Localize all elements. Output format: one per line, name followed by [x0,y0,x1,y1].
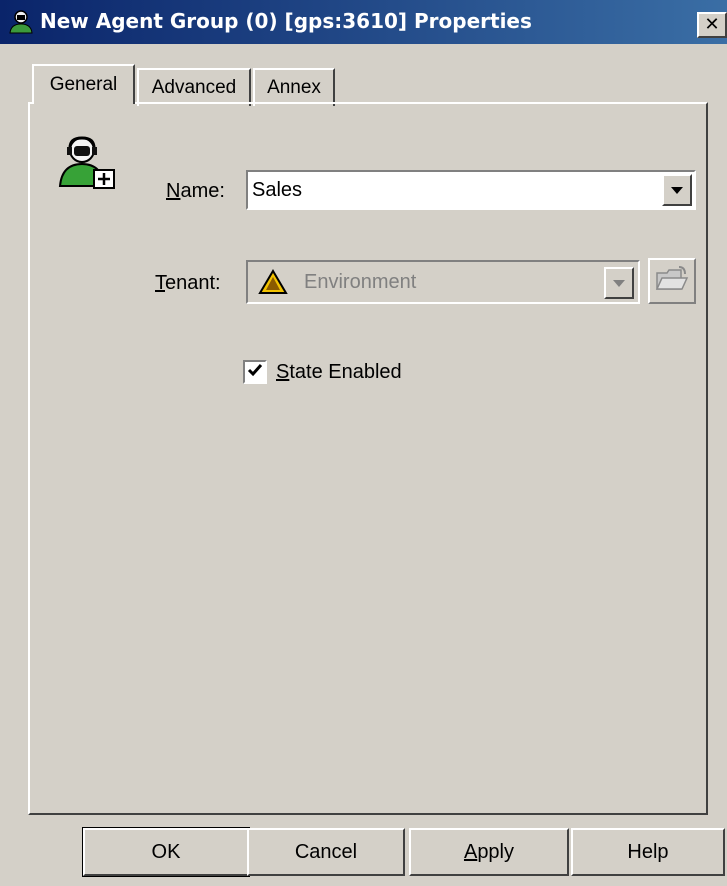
state-enabled-label[interactable]: State Enabled [276,361,402,384]
tenant-label-mnemonic: T [155,272,165,294]
name-combobox[interactable] [246,170,696,210]
state-enabled-mnemonic: S [276,361,290,383]
name-input[interactable] [252,176,652,204]
window-title: New Agent Group (0) [gps:3610] Propertie… [40,9,532,33]
chevron-down-icon [671,186,683,194]
apply-button[interactable]: Apply [409,828,569,876]
close-button[interactable]: ✕ [697,12,727,38]
warning-icon [258,269,288,295]
state-enabled-rest: tate Enabled [289,361,402,383]
tenant-dropdown-button[interactable] [604,267,634,299]
ok-button[interactable]: OK [82,827,250,877]
folder-open-icon [655,265,689,298]
agent-add-icon [58,136,118,190]
apply-rest: pply [477,840,515,863]
close-icon: ✕ [704,14,720,35]
tab-annex[interactable]: Annex [253,68,335,106]
help-button[interactable]: Help [571,828,725,876]
name-label-rest: ame: [180,180,225,202]
name-label-mnemonic: N [166,180,181,202]
tenant-value: Environment [304,271,417,293]
tab-join [34,100,133,105]
checkmark-icon [247,362,263,383]
name-dropdown-button[interactable] [662,174,692,206]
tab-general[interactable]: General [32,64,135,104]
chevron-down-icon [613,279,625,287]
tenant-browse-button[interactable] [648,258,696,304]
tab-advanced[interactable]: Advanced [137,68,251,106]
tenant-combobox[interactable]: Environment [246,260,640,304]
apply-mnemonic: A [463,840,478,863]
title-bar[interactable]: New Agent Group (0) [gps:3610] Propertie… [0,0,727,44]
tenant-label-rest: enant: [165,272,221,294]
name-label: Name: [166,180,225,203]
agent-group-icon [8,10,34,34]
state-enabled-checkbox[interactable] [243,360,267,384]
tenant-label: Tenant: [155,272,221,295]
cancel-button[interactable]: Cancel [247,828,405,876]
